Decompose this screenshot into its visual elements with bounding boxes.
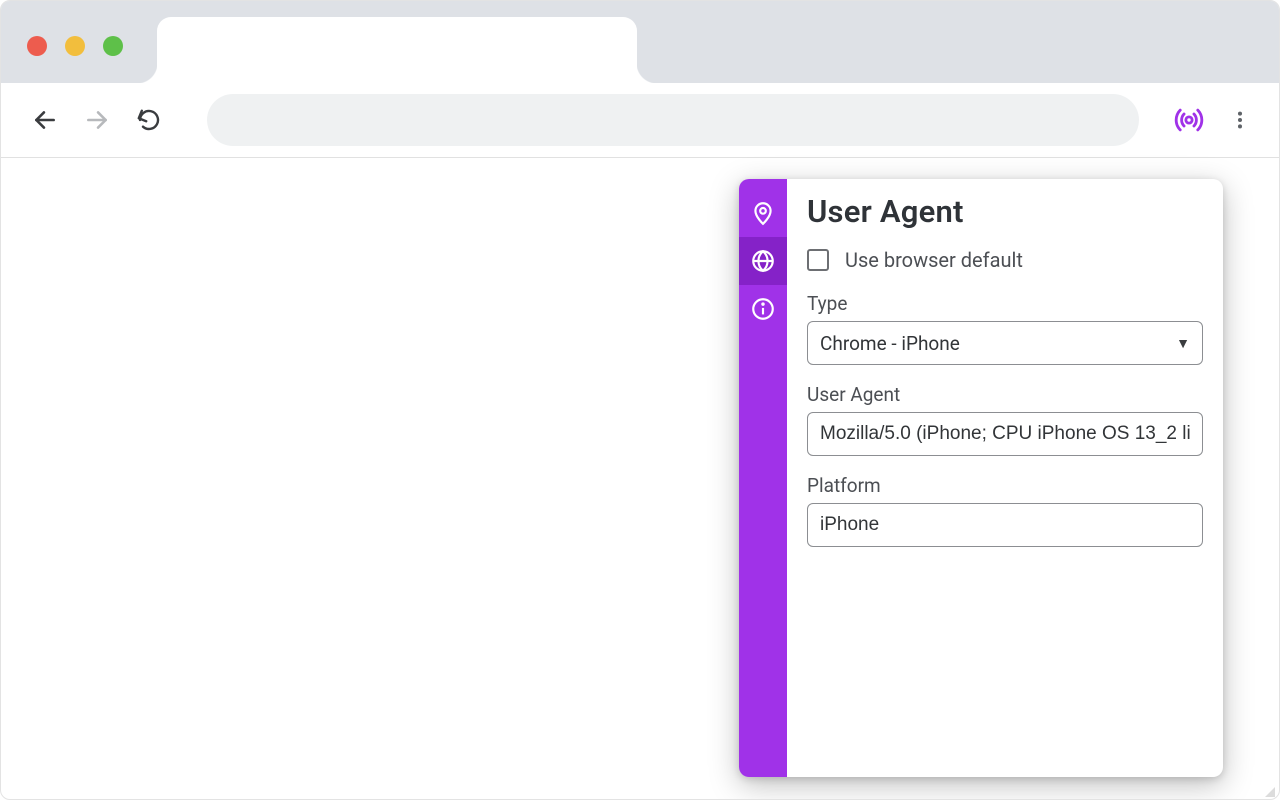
address-bar[interactable] xyxy=(207,94,1139,146)
minimize-window-button[interactable] xyxy=(65,36,85,56)
broadcast-icon xyxy=(1172,103,1206,137)
arrow-right-icon xyxy=(84,107,110,133)
globe-icon xyxy=(750,248,776,274)
browser-toolbar xyxy=(1,83,1279,158)
tab-strip xyxy=(1,1,1279,83)
use-default-row: Use browser default xyxy=(807,248,1203,272)
arrow-left-icon xyxy=(32,107,58,133)
resize-handle[interactable] xyxy=(1259,781,1275,797)
reload-icon xyxy=(137,108,161,132)
browser-menu-button[interactable] xyxy=(1225,100,1255,140)
browser-window: User Agent Use browser default Type Chro… xyxy=(0,0,1280,800)
platform-input[interactable] xyxy=(807,503,1203,547)
back-button[interactable] xyxy=(25,100,65,140)
maximize-window-button[interactable] xyxy=(103,36,123,56)
extension-button[interactable] xyxy=(1169,100,1209,140)
user-agent-input[interactable] xyxy=(807,412,1203,456)
sidebar-item-info[interactable] xyxy=(739,285,787,333)
use-default-checkbox[interactable] xyxy=(807,249,829,271)
forward-button[interactable] xyxy=(77,100,117,140)
field-user-agent: User Agent xyxy=(807,383,1203,456)
more-vert-icon xyxy=(1229,109,1251,131)
close-window-button[interactable] xyxy=(27,36,47,56)
use-default-label: Use browser default xyxy=(845,248,1023,272)
type-label: Type xyxy=(807,292,1203,315)
info-icon xyxy=(750,296,776,322)
type-value: Chrome - iPhone xyxy=(820,332,960,355)
chevron-down-icon: ▼ xyxy=(1176,335,1190,352)
platform-label: Platform xyxy=(807,474,1203,497)
popup-sidebar xyxy=(739,179,787,777)
popup-body: User Agent Use browser default Type Chro… xyxy=(787,179,1223,777)
extension-popup: User Agent Use browser default Type Chro… xyxy=(739,179,1223,777)
location-icon xyxy=(750,200,776,226)
sidebar-item-location[interactable] xyxy=(739,189,787,237)
popup-title: User Agent xyxy=(807,193,1203,230)
user-agent-label: User Agent xyxy=(807,383,1203,406)
sidebar-item-user-agent[interactable] xyxy=(739,237,787,285)
browser-tab[interactable] xyxy=(157,17,637,83)
type-select[interactable]: Chrome - iPhone ▼ xyxy=(807,321,1203,365)
window-controls xyxy=(27,36,123,56)
reload-button[interactable] xyxy=(129,100,169,140)
field-type: Type Chrome - iPhone ▼ xyxy=(807,292,1203,365)
field-platform: Platform xyxy=(807,474,1203,547)
